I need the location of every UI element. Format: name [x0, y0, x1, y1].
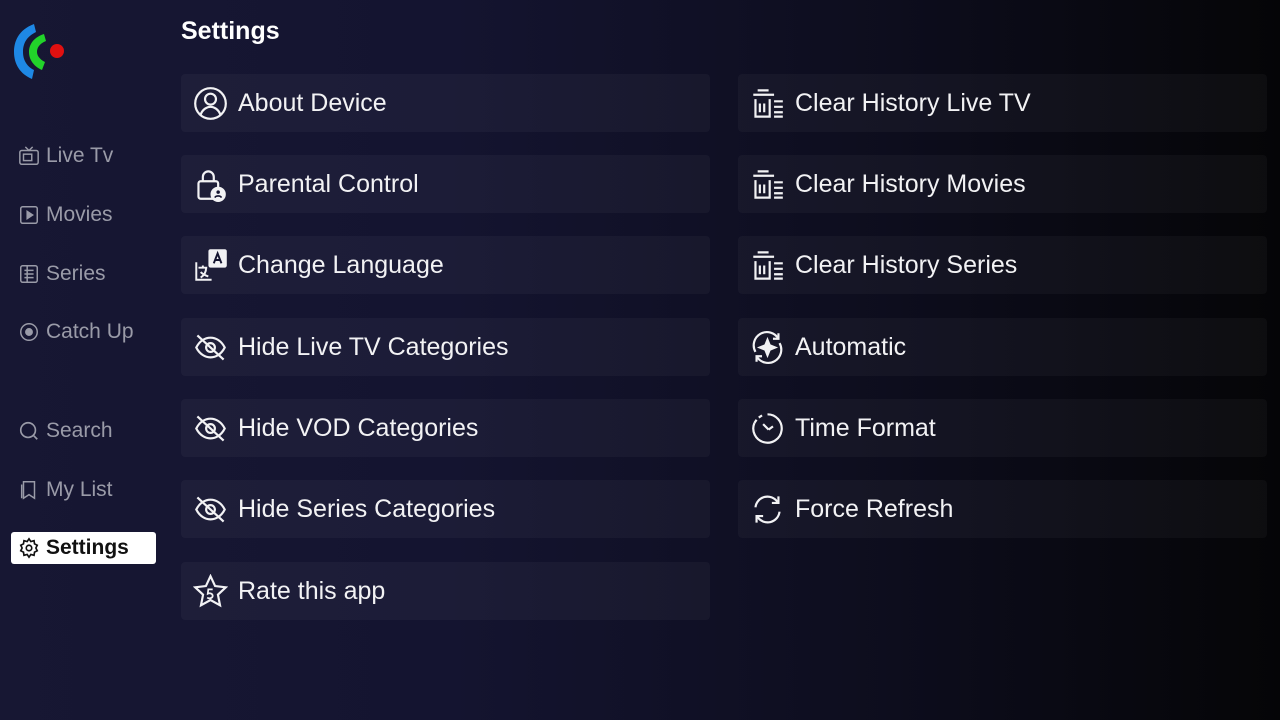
- refresh-icon: [754, 495, 781, 523]
- change-language-label: Change Language: [238, 250, 444, 279]
- hide-series-categories-button[interactable]: Hide Series Categories: [181, 480, 710, 538]
- clear-history-movies-label: Clear History Movies: [795, 169, 1026, 198]
- clear-history-icon: [753, 169, 783, 199]
- play-icon: [20, 206, 38, 224]
- rate-this-app-label: Rate this app: [238, 576, 386, 605]
- about-device-label: About Device: [238, 88, 387, 117]
- sidebar-item-label: Series: [46, 262, 106, 285]
- change-language-button[interactable]: Change Language: [181, 236, 710, 294]
- sidebar-item-label: Search: [46, 419, 113, 442]
- clear-history-series-button[interactable]: Clear History Series: [738, 236, 1267, 294]
- eye-off-icon: [195, 334, 226, 360]
- lock-icon: [197, 169, 226, 202]
- sidebar-item-search[interactable]: Search: [11, 415, 156, 447]
- force-refresh-label: Force Refresh: [795, 494, 954, 523]
- hide-vod-categories-label: Hide VOD Categories: [238, 413, 479, 442]
- sidebar-item-catch-up[interactable]: Catch Up: [11, 316, 156, 348]
- hide-series-categories-label: Hide Series Categories: [238, 494, 496, 523]
- clear-history-icon: [753, 88, 783, 118]
- clear-history-movies-button[interactable]: Clear History Movies: [738, 155, 1267, 213]
- sidebar: Live Tv Movies Series Catch Up Search My…: [0, 0, 170, 720]
- automatic-label: Automatic: [795, 332, 907, 361]
- sidebar-item-label: Live Tv: [46, 144, 114, 167]
- series-icon: [20, 265, 38, 283]
- parental-control-button[interactable]: Parental Control: [181, 155, 710, 213]
- catchup-icon: [20, 323, 38, 341]
- auto-icon: [752, 330, 783, 364]
- about-device-button[interactable]: About Device: [181, 74, 710, 132]
- eye-off-icon: [195, 496, 226, 522]
- time-format-button[interactable]: Time Format: [738, 399, 1267, 457]
- hide-live-tv-categories-button[interactable]: Hide Live TV Categories: [181, 318, 710, 376]
- gear-icon: [19, 537, 39, 559]
- sidebar-item-settings[interactable]: Settings: [11, 532, 156, 564]
- page-title: Settings: [181, 17, 280, 45]
- clear-history-live-tv-label: Clear History Live TV: [795, 88, 1031, 117]
- hide-vod-categories-button[interactable]: Hide VOD Categories: [181, 399, 710, 457]
- sidebar-item-label: Movies: [46, 203, 113, 226]
- tv-icon: [19, 146, 39, 165]
- eye-off-icon: [195, 415, 226, 441]
- star-icon: [193, 573, 228, 607]
- sidebar-item-label: My List: [46, 478, 113, 501]
- time-format-label: Time Format: [795, 413, 936, 442]
- sidebar-item-label: Settings: [46, 536, 129, 559]
- search-icon: [19, 421, 38, 440]
- clear-history-live-tv-button[interactable]: Clear History Live TV: [738, 74, 1267, 132]
- rate-this-app-button[interactable]: Rate this app: [181, 562, 710, 620]
- bookmark-icon: [20, 481, 36, 500]
- sidebar-item-label: Catch Up: [46, 320, 134, 343]
- user-circle-icon: [194, 86, 227, 120]
- parental-control-label: Parental Control: [238, 169, 419, 198]
- sidebar-item-my-list[interactable]: My List: [11, 474, 156, 506]
- sidebar-item-series[interactable]: Series: [11, 258, 156, 290]
- force-refresh-button[interactable]: Force Refresh: [738, 480, 1267, 538]
- automatic-button[interactable]: Automatic: [738, 318, 1267, 376]
- clear-history-series-label: Clear History Series: [795, 250, 1018, 279]
- hide-live-tv-categories-label: Hide Live TV Categories: [238, 332, 509, 361]
- language-icon: [195, 248, 227, 281]
- clear-history-icon: [753, 250, 783, 280]
- sidebar-item-movies[interactable]: Movies: [11, 199, 156, 231]
- time-icon: [752, 412, 783, 444]
- sidebar-item-live-tv[interactable]: Live Tv: [11, 140, 156, 172]
